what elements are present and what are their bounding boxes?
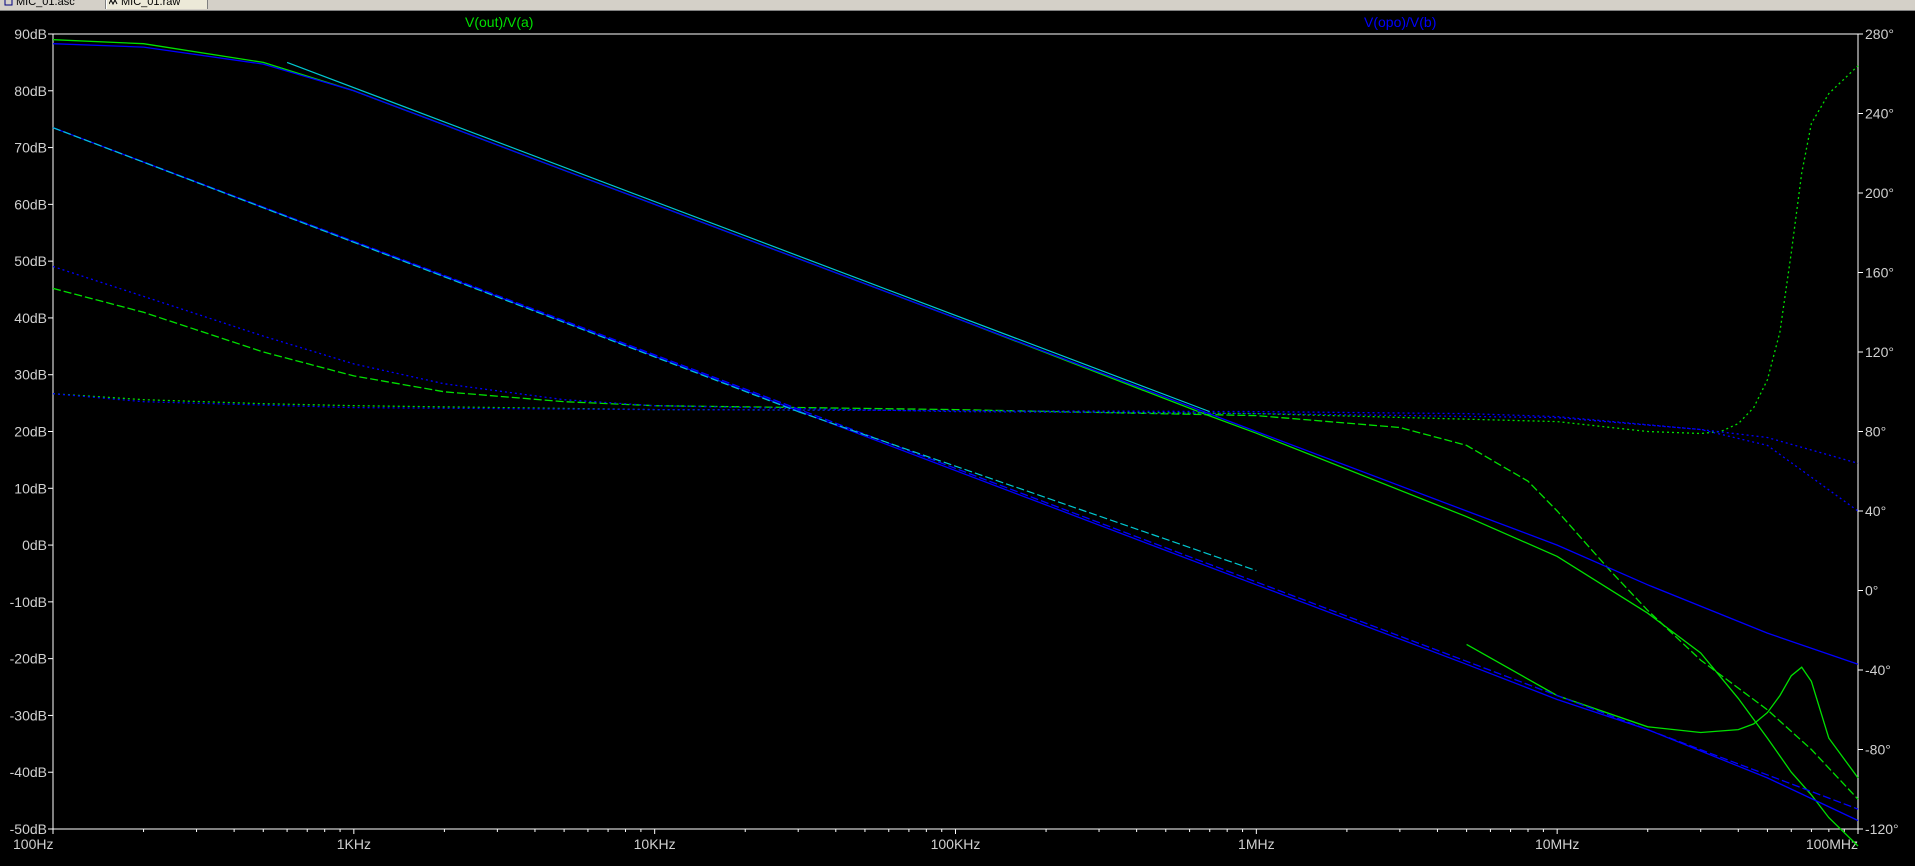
document-tab-bar: MIC_01.asc MIC_01.raw [0, 0, 1915, 11]
schematic-icon [4, 0, 13, 6]
y-left-tick-label: 70dB [14, 140, 47, 156]
waveform-plot-pane[interactable]: 100Hz 1KHz 10KHz 100KHz 1MHz 10MHz 100MHz 90dB 8… [0, 11, 1915, 866]
trace-vout-va-1[interactable] [1466, 643, 1859, 779]
tab-label: MIC_01.raw [121, 0, 181, 8]
trace-vopo-vb-4[interactable] [52, 43, 1859, 665]
tab-label: MIC_01.asc [16, 0, 75, 8]
y-left-tick-label: 10dB [14, 480, 47, 496]
overlapping-traces-0 [286, 61, 1210, 413]
trace-vopo-vb-5[interactable] [52, 127, 1859, 822]
y-left-tick-label: 50dB [14, 253, 47, 269]
trace-label-vout-va[interactable]: V(out)/V(a) [465, 14, 533, 30]
y-right-tick-label: 200° [1865, 185, 1894, 201]
y-left-tick-label: 80dB [14, 83, 47, 99]
y-right-tick-label: 80° [1865, 424, 1886, 440]
trace-vopo-vb-6[interactable] [52, 127, 1859, 810]
tab-waveform[interactable]: MIC_01.raw [106, 0, 208, 9]
tab-schematic[interactable]: MIC_01.asc [2, 0, 106, 9]
y-right-tick-label: -120° [1865, 821, 1899, 837]
y-left-tick-label: 90dB [14, 26, 47, 42]
trace-label-vopo-vb[interactable]: V(opo)/V(b) [1364, 14, 1436, 30]
trace-vopo-vb-8[interactable] [52, 393, 1859, 464]
trace-vout-va-3[interactable] [52, 65, 1859, 435]
y-right-tick-label: 240° [1865, 106, 1894, 122]
y-right-tick-label: 0° [1865, 583, 1878, 599]
x-tick-label: 100Hz [13, 836, 53, 852]
x-tick-label: 1MHz [1238, 836, 1275, 852]
y-right-tick-label: 40° [1865, 503, 1886, 519]
y-left-tick-label: -50dB [10, 821, 47, 837]
overlapping-traces-2 [798, 411, 1257, 572]
x-tick-label: 1KHz [337, 836, 371, 852]
trace-vout-va-2[interactable] [52, 287, 1859, 800]
y-left-tick-label: 30dB [14, 367, 47, 383]
bode-plot[interactable]: 100Hz 1KHz 10KHz 100KHz 1MHz 10MHz 100MHz90dB8… [0, 11, 1915, 866]
y-right-tick-label: -80° [1865, 742, 1891, 758]
x-tick-label: 10MHz [1535, 836, 1579, 852]
y-left-tick-label: 20dB [14, 424, 47, 440]
waveform-icon [109, 0, 118, 6]
y-right-tick-label: 280° [1865, 26, 1894, 42]
y-left-tick-label: -20dB [10, 651, 47, 667]
trace-vout-va-0[interactable] [52, 39, 1859, 847]
y-left-tick-label: -10dB [10, 594, 47, 610]
y-left-tick-label: 40dB [14, 310, 47, 326]
y-right-tick-label: -40° [1865, 662, 1891, 678]
y-left-tick-label: -40dB [10, 764, 47, 780]
x-tick-label: 100KHz [931, 836, 981, 852]
y-right-tick-label: 120° [1865, 344, 1894, 360]
y-left-tick-label: 60dB [14, 196, 47, 212]
y-left-tick-label: -30dB [10, 707, 47, 723]
y-left-tick-label: 0dB [22, 537, 47, 553]
trace-vopo-vb-7[interactable] [52, 265, 1859, 512]
x-tick-label: 10KHz [634, 836, 676, 852]
y-right-tick-label: 160° [1865, 265, 1894, 281]
